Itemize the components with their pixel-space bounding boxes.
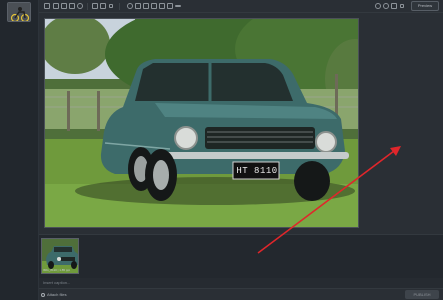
formatting-toolbar: Preview xyxy=(39,0,443,13)
link-icon[interactable] xyxy=(77,3,83,9)
toolbar-divider xyxy=(119,3,120,10)
embed-icon[interactable] xyxy=(151,3,157,9)
text-icon[interactable] xyxy=(44,3,50,9)
fullscreen-icon[interactable] xyxy=(400,4,404,8)
caption-input[interactable]: Insert caption... xyxy=(41,279,341,287)
redo-icon[interactable] xyxy=(383,3,389,9)
attach-files-label: Attach files xyxy=(47,292,67,297)
license-plate: HT 8110 xyxy=(236,166,278,176)
file-icon[interactable] xyxy=(167,3,173,9)
publish-button[interactable]: PUBLISH CHANGES xyxy=(405,290,439,299)
editor-panel: Preview HT 8110 IMG_8110 | 1.85 ppi Inse… xyxy=(39,0,443,300)
paperclip-icon xyxy=(41,292,45,297)
divider-icon[interactable] xyxy=(175,5,181,7)
italic-icon[interactable] xyxy=(61,3,67,9)
list-icon[interactable] xyxy=(92,3,98,9)
table-icon[interactable] xyxy=(159,3,165,9)
image-icon[interactable] xyxy=(127,3,133,9)
left-rail xyxy=(0,0,39,300)
toolbar-divider xyxy=(87,3,88,10)
car-photo-image xyxy=(45,19,358,227)
editor-footer: Attach files PUBLISH CHANGES xyxy=(39,288,443,300)
car-photo[interactable]: HT 8110 xyxy=(44,18,359,228)
quote-icon[interactable] xyxy=(100,3,106,9)
attach-files-button[interactable]: Attach files xyxy=(41,291,67,298)
thumbnail-caption: IMG_8110 | 1.85 ppi xyxy=(43,268,70,272)
heading-icon[interactable] xyxy=(69,3,75,9)
thumbnail-strip: IMG_8110 | 1.85 ppi xyxy=(39,234,443,278)
user-avatar[interactable] xyxy=(7,2,31,22)
preview-label: Preview xyxy=(417,3,433,8)
code-icon[interactable] xyxy=(109,4,113,8)
motorbike-avatar-icon xyxy=(8,3,30,21)
video-icon[interactable] xyxy=(135,3,141,9)
undo-icon[interactable] xyxy=(375,3,381,9)
image-thumbnail[interactable]: IMG_8110 | 1.85 ppi xyxy=(41,238,79,274)
editor-canvas[interactable]: HT 8110 xyxy=(39,13,443,234)
gallery-icon[interactable] xyxy=(143,3,149,9)
app-window: Preview HT 8110 IMG_8110 | 1.85 ppi Inse… xyxy=(0,0,443,300)
caption-placeholder: Insert caption... xyxy=(43,280,71,285)
publish-label: PUBLISH CHANGES xyxy=(413,292,431,297)
settings-icon[interactable] xyxy=(391,3,397,9)
preview-button[interactable]: Preview xyxy=(411,1,439,11)
bold-icon[interactable] xyxy=(53,3,59,9)
